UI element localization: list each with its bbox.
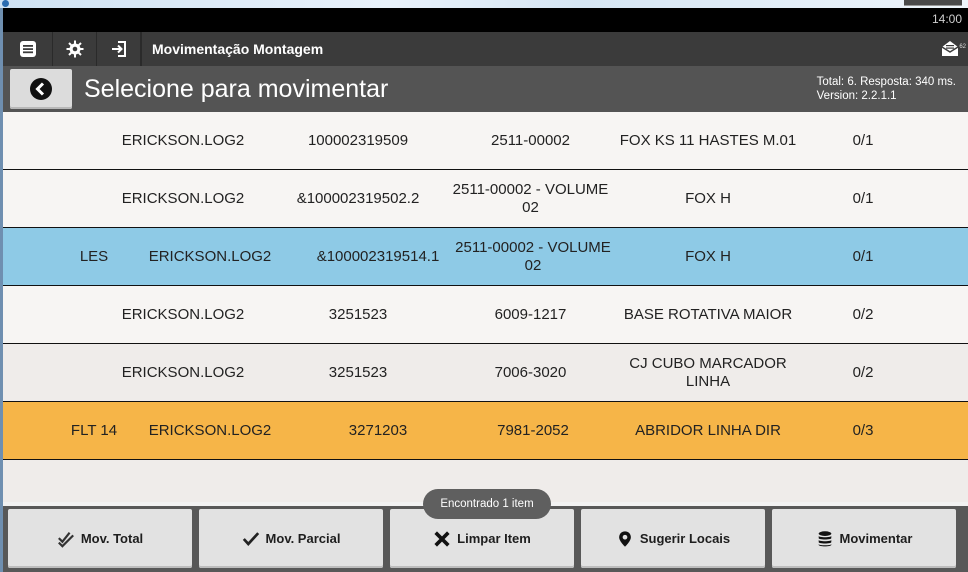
action-bar-title: Movimentação Montagem [141,32,323,66]
row-desc: FOX KS 11 HASTES M.01 [619,131,797,149]
sign-in-icon [111,41,126,57]
mov-total-label: Mov. Total [80,531,144,546]
response-info: Total: 6. Resposta: 340 ms. Version: 2.2… [817,75,956,103]
info-total: Total: 6. Resposta: 340 ms. [816,76,956,88]
gear-icon [66,40,83,58]
row-code: &100002319514.1 [316,247,440,265]
row-desc: FOX H [685,247,731,265]
list-item[interactable]: LES ERICKSON.LOG2 &100002319514.1 2511-0000… [3,228,968,286]
double-check-icon [57,531,74,548]
settings-button[interactable] [53,32,97,66]
row-ref: 6009-1217 [494,305,567,323]
toast-message: Encontrado 1 item [423,489,551,519]
sugerir-locais-label: Sugerir Locais [639,531,731,546]
row-user: ERICKSON.LOG2 [121,189,245,207]
row-code: 3251523 [328,363,388,381]
list-item[interactable]: ERICKSON.LOG2 100002319509 2511-00002 FOX K… [3,112,968,170]
mov-parcial-label: Mov. Parcial [265,531,341,546]
row-qty: 0/3 [852,421,874,439]
row-desc: CJ CUBO MARCADOR LINHA [629,354,787,390]
limpar-item-label: Limpar Item [457,531,531,546]
list-item[interactable]: FLT 14 ERICKSON.LOG2 3271203 7981-2052 ABRID… [3,402,968,460]
row-ref: 2511-00002 - VOLUME 02 [452,180,609,216]
status-bar: 14:00 [3,8,968,32]
database-icon [818,530,831,546]
row-code: 3271203 [348,421,408,439]
movimentar-button[interactable]: Movimentar [772,509,956,568]
row-tag: LES [79,247,109,265]
row-ref: 2511-00002 [491,131,570,149]
messages-badge: 62 [959,44,966,50]
row-qty: 0/1 [852,247,874,265]
row-qty: 0/1 [852,189,874,207]
row-desc: BASE ROTATIVA MAIOR [623,305,793,323]
action-bar: Movimentação Montagem 62 [3,32,968,66]
row-user: ERICKSON.LOG2 [121,131,245,149]
close-icon [434,530,450,547]
row-user: ERICKSON.LOG2 [148,421,272,439]
row-user: ERICKSON.LOG2 [121,363,245,381]
page-title: Selecione para movimentar [84,74,389,103]
messages-button[interactable]: 62 [932,32,968,66]
items-list: ERICKSON.LOG2 100002319509 2511-00002 FOX K… [3,112,968,460]
list-icon [19,41,36,57]
row-ref: 2511-00002 - VOLUME 02 [455,238,611,274]
row-ref: 7006-3020 [494,363,567,381]
title-strip: Selecione para movimentar Total: 6. Resp… [3,66,968,112]
envelope-icon [941,41,959,56]
row-code: 100002319509 [307,131,409,149]
mov-total-button[interactable]: Mov. Total [8,509,192,568]
back-button[interactable] [10,69,72,109]
check-icon [242,531,259,546]
mov-parcial-button[interactable]: Mov. Parcial [199,509,383,568]
arrow-left-icon [30,78,52,100]
row-ref: 7981-2052 [497,421,569,439]
desktop-panel [904,0,962,6]
row-user: ERICKSON.LOG2 [148,247,272,265]
menu-button[interactable] [3,32,53,66]
row-qty: 0/1 [852,131,874,149]
list-item[interactable]: ERICKSON.LOG2 &100002319502.2 2511-00002 -… [3,170,968,228]
row-qty: 0/2 [852,305,874,323]
app-window: 14:00 Movimentação Montagem 62 Selecione… [3,8,968,572]
row-user: ERICKSON.LOG2 [121,305,245,323]
sugerir-locais-button[interactable]: Sugerir Locais [581,509,765,568]
movimentar-label: Movimentar [839,531,913,546]
row-tag: FLT 14 [70,421,118,439]
info-version: Version: 2.2.1.1 [816,90,897,102]
status-time: 14:00 [931,12,962,26]
row-code: 3251523 [328,305,388,323]
list-item[interactable]: ERICKSON.LOG2 3251523 6009-1217 BASE ROTATI… [3,286,968,344]
row-code: &100002319502.2 [296,189,420,207]
row-desc: FOX H [685,189,731,207]
map-marker-icon [618,530,631,547]
row-desc: ABRIDOR LINHA DIR [635,421,781,439]
desktop-strip [0,0,968,8]
list-item[interactable]: ERICKSON.LOG2 3251523 7006-3020 CJ CUBO MAR… [3,344,968,402]
login-button[interactable] [97,32,141,66]
app-dot-icon [2,0,9,7]
row-qty: 0/2 [852,363,874,381]
